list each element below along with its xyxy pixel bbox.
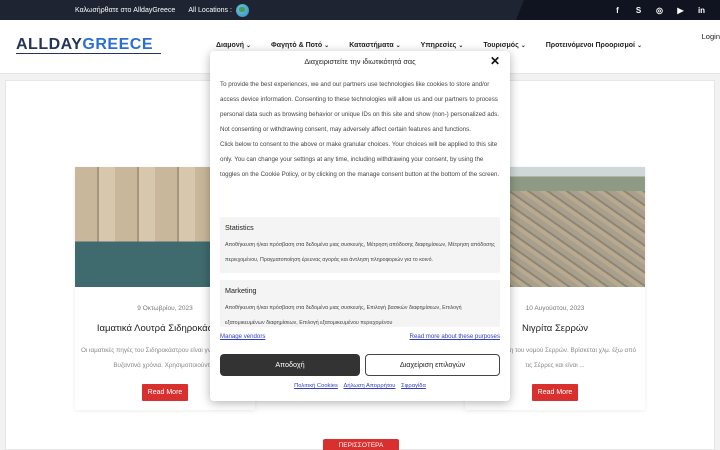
logo-underline <box>16 53 161 54</box>
read-more-purposes-link[interactable]: Read more about these purposes <box>410 333 500 340</box>
manage-vendors-link[interactable]: Manage vendors <box>220 333 265 340</box>
read-more-button[interactable]: Read More <box>142 384 188 401</box>
nav-item-accommodation[interactable]: Διαμονή ⌄ <box>216 42 251 49</box>
consent-links: Manage vendors Read more about these pur… <box>220 333 500 340</box>
site-logo[interactable]: ALLDAYGREECE <box>16 36 153 54</box>
cookie-consent-dialog: Διαχειριστείτε την ιδιωτικότητά σας ✕ To… <box>210 51 510 401</box>
nav-item-shops[interactable]: Καταστήματα ⌄ <box>349 42 400 49</box>
nav-item-services[interactable]: Υπηρεσίες ⌄ <box>421 42 464 49</box>
facebook-icon[interactable]: f <box>607 3 628 17</box>
globe-icon[interactable] <box>235 3 249 17</box>
marketing-category[interactable]: Marketing Αποθήκευση ή/και πρόσβαση στα … <box>220 280 500 327</box>
chevron-down-icon: ⌄ <box>246 43 252 49</box>
manage-options-button[interactable]: Διαχείριση επιλογών <box>365 354 500 376</box>
chevron-down-icon: ⌄ <box>324 43 330 49</box>
logo-part-1: ALLDAY <box>16 36 83 53</box>
welcome-text: Καλωσήρθατε στο AlldayGreece <box>75 6 176 14</box>
category-title: Statistics <box>225 223 254 232</box>
login-link[interactable]: Login <box>702 32 720 41</box>
social-links: f S ◎ ▶ in <box>516 0 720 20</box>
logo-part-2: GREECE <box>82 36 153 53</box>
consent-paragraph-1: To provide the best experiences, we and … <box>220 81 499 133</box>
more-posts-button[interactable]: ΠΕΡΙΣΣΟΤΕΡΑ <box>323 439 399 450</box>
category-description: Αποθήκευση ή/και πρόσβαση στα δεδομένα μ… <box>225 242 495 263</box>
read-more-button[interactable]: Read More <box>532 384 578 401</box>
nav-item-tourism[interactable]: Τουρισμός ⌄ <box>483 42 525 49</box>
linkedin-icon[interactable]: in <box>691 3 712 17</box>
nav-label: Τουρισμός <box>483 42 519 49</box>
statistics-category[interactable]: Statistics Αποθήκευση ή/και πρόσβαση στα… <box>220 217 500 273</box>
chevron-down-icon: ⌄ <box>636 43 642 49</box>
locations-label: All Locations : <box>188 6 232 14</box>
imprint-link[interactable]: Σφραγίδα <box>401 383 426 389</box>
category-title: Marketing <box>225 286 257 295</box>
category-description: Αποθήκευση ή/και πρόσβαση στα δεδομένα μ… <box>225 305 462 326</box>
nav-label: Υπηρεσίες <box>420 42 457 49</box>
chevron-down-icon: ⌄ <box>395 43 401 49</box>
consent-paragraph-2: Click below to consent to the above or m… <box>220 141 500 178</box>
chevron-down-icon: ⌄ <box>520 43 526 49</box>
nav-label: Καταστήματα <box>349 42 394 49</box>
instagram-icon[interactable]: ◎ <box>649 3 670 17</box>
top-bar-info: Καλωσήρθατε στο AlldayGreece All Locatio… <box>75 0 249 20</box>
cookie-policy-link[interactable]: Πολιτική Cookies <box>294 383 338 389</box>
close-icon[interactable]: ✕ <box>490 54 500 68</box>
nav-label: Διαμονή <box>216 42 245 49</box>
nav-item-recommended[interactable]: Προτεινόμενοι Προορισμοί ⌄ <box>546 42 642 49</box>
dialog-title: Διαχειριστείτε την ιδιωτικότητά σας <box>304 57 416 66</box>
nav-label: Φαγητό & Ποτό <box>271 42 323 49</box>
top-bar: Καλωσήρθατε στο AlldayGreece All Locatio… <box>0 0 720 20</box>
chevron-down-icon: ⌄ <box>458 43 464 49</box>
nav-item-food-drink[interactable]: Φαγητό & Ποτό ⌄ <box>271 42 329 49</box>
privacy-statement-link[interactable]: Δήλωση Απορρήτου <box>344 383 396 389</box>
skype-icon[interactable]: S <box>628 3 649 17</box>
main-nav: Διαμονή ⌄ Φαγητό & Ποτό ⌄ Καταστήματα ⌄ Υπη… <box>216 42 662 49</box>
policy-links: Πολιτική Cookies Δήλωση Απορρήτου Σφραγί… <box>210 383 510 389</box>
nav-label: Προτεινόμενοι Προορισμοί <box>545 42 635 49</box>
consent-text: To provide the best experiences, we and … <box>220 77 500 182</box>
youtube-icon[interactable]: ▶ <box>670 3 691 17</box>
accept-button[interactable]: Αποδοχή <box>220 354 360 376</box>
